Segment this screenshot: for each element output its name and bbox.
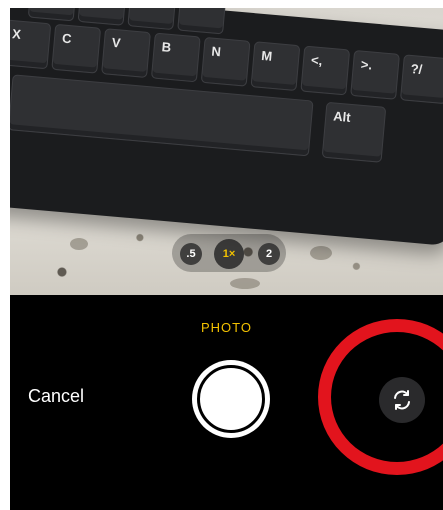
key-label: <, [310, 52, 323, 69]
key-label: >. [360, 56, 373, 73]
key-label: ?/ [410, 60, 423, 77]
shutter-button[interactable] [192, 360, 270, 438]
zoom-option-0.5x[interactable]: .5 [180, 243, 202, 265]
keyboard-photo: X C V B N M <, >. ?/ H J K L Alt [10, 8, 443, 247]
camera-screen: X C V B N M <, >. ?/ H J K L Alt .5 1× 2… [10, 8, 443, 510]
zoom-selector: .5 1× 2 [172, 234, 286, 272]
key-label: X [11, 26, 22, 42]
zoom-option-2x[interactable]: 2 [258, 243, 280, 265]
key-label: B [161, 39, 172, 55]
camera-flip-button[interactable] [379, 377, 425, 423]
cancel-button[interactable]: Cancel [28, 386, 84, 407]
zoom-option-1x[interactable]: 1× [214, 239, 244, 269]
shutter-icon [197, 365, 265, 433]
key-label: C [61, 30, 73, 47]
key-label: N [210, 43, 222, 60]
camera-flip-icon [394, 390, 410, 410]
camera-mode-label[interactable]: PHOTO [10, 320, 443, 335]
camera-viewfinder: X C V B N M <, >. ?/ H J K L Alt .5 1× 2 [10, 8, 443, 295]
key-label: M [260, 47, 273, 64]
key-label: Alt [332, 108, 352, 125]
key-label: V [111, 34, 122, 51]
